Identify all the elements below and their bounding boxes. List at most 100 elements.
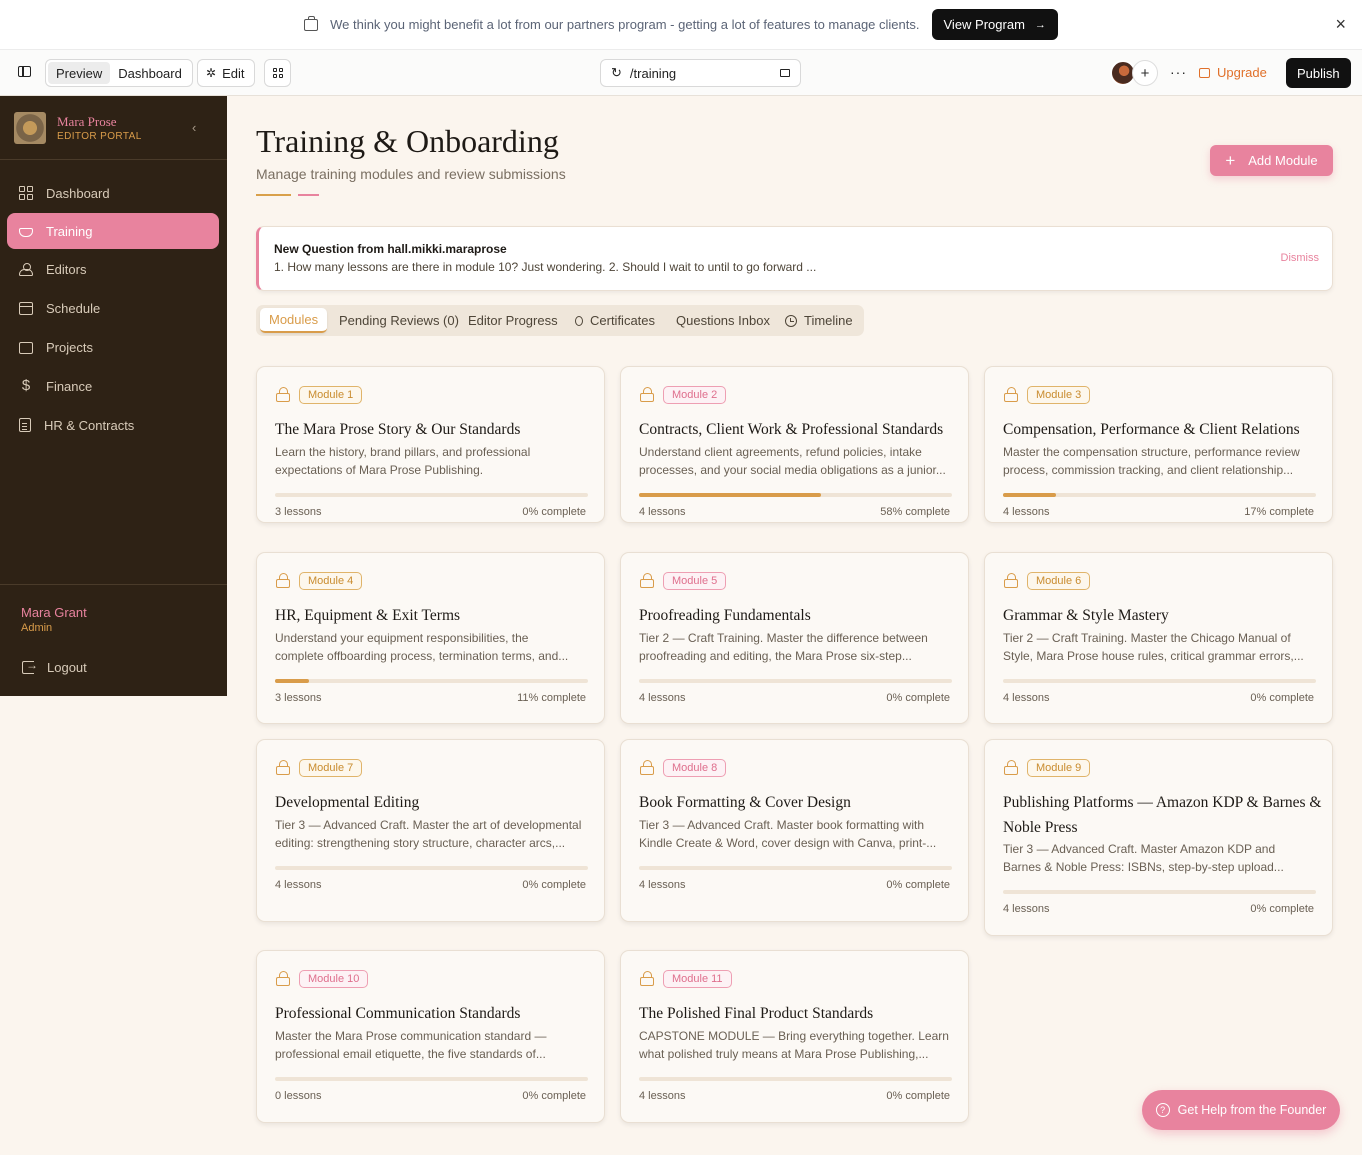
lock-open-icon — [640, 573, 654, 588]
url-bar[interactable]: ↻ /training — [600, 59, 801, 87]
add-collaborator-icon[interactable]: + — [1132, 60, 1158, 86]
module-card[interactable]: Module 8 Book Formatting & Cover Design Ti… — [620, 739, 969, 922]
tab-label: Questions Inbox — [676, 313, 770, 328]
module-title: The Mara Prose Story & Our Standards — [275, 421, 521, 438]
progress-label: 11% complete — [517, 692, 586, 704]
module-title: Proofreading Fundamentals — [639, 607, 811, 624]
logout-icon — [22, 658, 38, 674]
progress-bar — [275, 493, 588, 497]
lock-open-icon — [276, 387, 290, 402]
edit-button[interactable]: ✲ Edit — [197, 59, 256, 87]
module-card[interactable]: Module 4 HR, Equipment & Exit Terms Unders… — [256, 552, 605, 724]
sidebar-item-training[interactable]: Training — [7, 213, 219, 249]
module-badge: Module 10 — [299, 970, 369, 988]
sidebar-item-label: Finance — [46, 378, 93, 394]
title-underline-accent — [298, 194, 319, 196]
more-options-icon[interactable]: ··· — [1170, 64, 1187, 80]
brand-name: Mara Prose — [57, 114, 117, 129]
module-card[interactable]: Module 11 The Polished Final Product Stan… — [620, 950, 969, 1123]
progress-fill — [1003, 493, 1057, 497]
briefcase-icon — [304, 15, 319, 31]
logout-button[interactable]: Logout — [22, 658, 87, 675]
module-card[interactable]: Module 1 The Mara Prose Story & Our Stand… — [256, 366, 605, 523]
tab-label: Certificates — [590, 313, 656, 328]
lesson-count: 4 lessons — [1003, 692, 1050, 704]
module-card[interactable]: Module 5 Proofreading Fundamentals Tier 2 … — [620, 552, 969, 724]
sidebar-item-editors[interactable]: Editors — [7, 251, 219, 287]
module-card[interactable]: Module 2 Contracts, Client Work & Profess… — [620, 366, 969, 523]
tab-pending-reviews[interactable]: Pending Reviews (0) — [330, 308, 468, 333]
progress-bar — [275, 866, 588, 870]
dismiss-button[interactable]: Dismiss — [1281, 252, 1320, 264]
user-role: Admin — [21, 622, 53, 634]
lock-open-icon — [640, 760, 654, 775]
sidebar-item-schedule[interactable]: Schedule — [7, 290, 219, 326]
add-module-label: Add Module — [1248, 153, 1318, 168]
url-text: /training — [629, 65, 677, 81]
sidebar-item-projects[interactable]: Projects — [7, 329, 219, 365]
lesson-count: 0 lessons — [275, 1090, 322, 1102]
sidebar-item-dashboard[interactable]: Dashboard — [7, 175, 219, 211]
module-card[interactable]: Module 10 Professional Communication Stan… — [256, 950, 605, 1123]
module-description: Tier 2 — Craft Training. Master the diff… — [639, 629, 959, 665]
notification-title: New Question from hall.mikki.maraprose — [274, 242, 507, 256]
tab-label: Modules — [269, 312, 319, 327]
help-icon: ? — [1155, 1103, 1170, 1117]
module-description-line: complete offboarding process, terminatio… — [275, 649, 569, 663]
sidebar-item-label: Training — [46, 223, 93, 239]
dashboard-tab[interactable]: Dashboard — [110, 62, 190, 84]
user-name: Mara Grant — [21, 605, 87, 620]
chevron-left-icon[interactable]: ‹ — [192, 120, 196, 135]
progress-bar — [1003, 679, 1316, 683]
folder-icon — [19, 341, 33, 354]
logout-label: Logout — [47, 660, 87, 675]
progress-label: 0% complete — [1250, 903, 1314, 915]
upgrade-button[interactable]: Upgrade — [1199, 65, 1267, 80]
clock-icon — [785, 314, 797, 327]
preview-tab[interactable]: Preview — [48, 62, 111, 84]
tab-modules[interactable]: Modules — [260, 308, 328, 333]
module-description-line: proofreading and editing, the Mara Prose… — [639, 649, 912, 663]
lock-open-icon — [276, 760, 290, 775]
monitor-icon[interactable] — [780, 69, 790, 77]
module-description-line: Master the compensation structure, perfo… — [1003, 445, 1300, 459]
brand-logo — [14, 112, 46, 144]
progress-label: 0% complete — [886, 692, 950, 704]
sidebar-item-label: Dashboard — [46, 185, 110, 201]
progress-label: 0% complete — [886, 1090, 950, 1102]
sidebar-item-label: Schedule — [46, 300, 101, 316]
lesson-count: 4 lessons — [1003, 506, 1050, 518]
dollar-icon: $ — [21, 377, 31, 394]
close-icon[interactable]: × — [1335, 14, 1346, 35]
module-description-line: Barnes & Noble Press: ISBNs, step-by-ste… — [1003, 860, 1284, 874]
sidebar-toggle-icon[interactable] — [18, 66, 31, 77]
sidebar-item-label: Projects — [46, 339, 93, 355]
tab-questions-inbox[interactable]: Questions Inbox — [667, 308, 779, 333]
sidebar-item-finance[interactable]: $ Finance — [7, 368, 219, 404]
publish-button[interactable]: Publish — [1286, 58, 1351, 88]
progress-label: 0% complete — [1250, 692, 1314, 704]
tab-editor-progress[interactable]: Editor Progress — [459, 308, 567, 333]
sidebar-item-hr-contracts[interactable]: HR & Contracts — [7, 407, 219, 443]
refresh-icon[interactable]: ↻ — [611, 65, 622, 81]
module-badge: Module 5 — [663, 572, 727, 590]
brand-subtitle: EDITOR PORTAL — [57, 131, 142, 142]
add-module-button[interactable]: + Add Module — [1210, 145, 1333, 176]
module-card[interactable]: Module 3 Compensation, Performance & Clie… — [984, 366, 1333, 523]
view-program-button[interactable]: View Program → — [931, 9, 1058, 40]
module-title: The Polished Final Product Standards — [639, 1005, 874, 1022]
module-description-line: Tier 2 — Craft Training. Master the Chic… — [1003, 631, 1291, 645]
apps-grid-button[interactable] — [264, 59, 291, 87]
tab-certificates[interactable]: Certificates — [566, 308, 664, 333]
module-card[interactable]: Module 9 Publishing Platforms — Amazon KD… — [984, 739, 1333, 936]
module-title: Compensation, Performance & Client Relat… — [1003, 421, 1300, 438]
module-description: Learn the history, brand pillars, and pr… — [275, 443, 595, 479]
module-badge: Module 11 — [663, 970, 732, 988]
tab-timeline[interactable]: Timeline — [776, 308, 862, 333]
module-description-line: what polished truly means at Mara Prose … — [639, 1047, 929, 1061]
progress-bar — [639, 1077, 952, 1081]
users-icon — [19, 263, 33, 276]
module-card[interactable]: Module 6 Grammar & Style Mastery Tier 2 — … — [984, 552, 1333, 724]
get-help-button[interactable]: ? Get Help from the Founder — [1142, 1090, 1340, 1130]
module-card[interactable]: Module 7 Developmental Editing Tier 3 — Ad… — [256, 739, 605, 922]
